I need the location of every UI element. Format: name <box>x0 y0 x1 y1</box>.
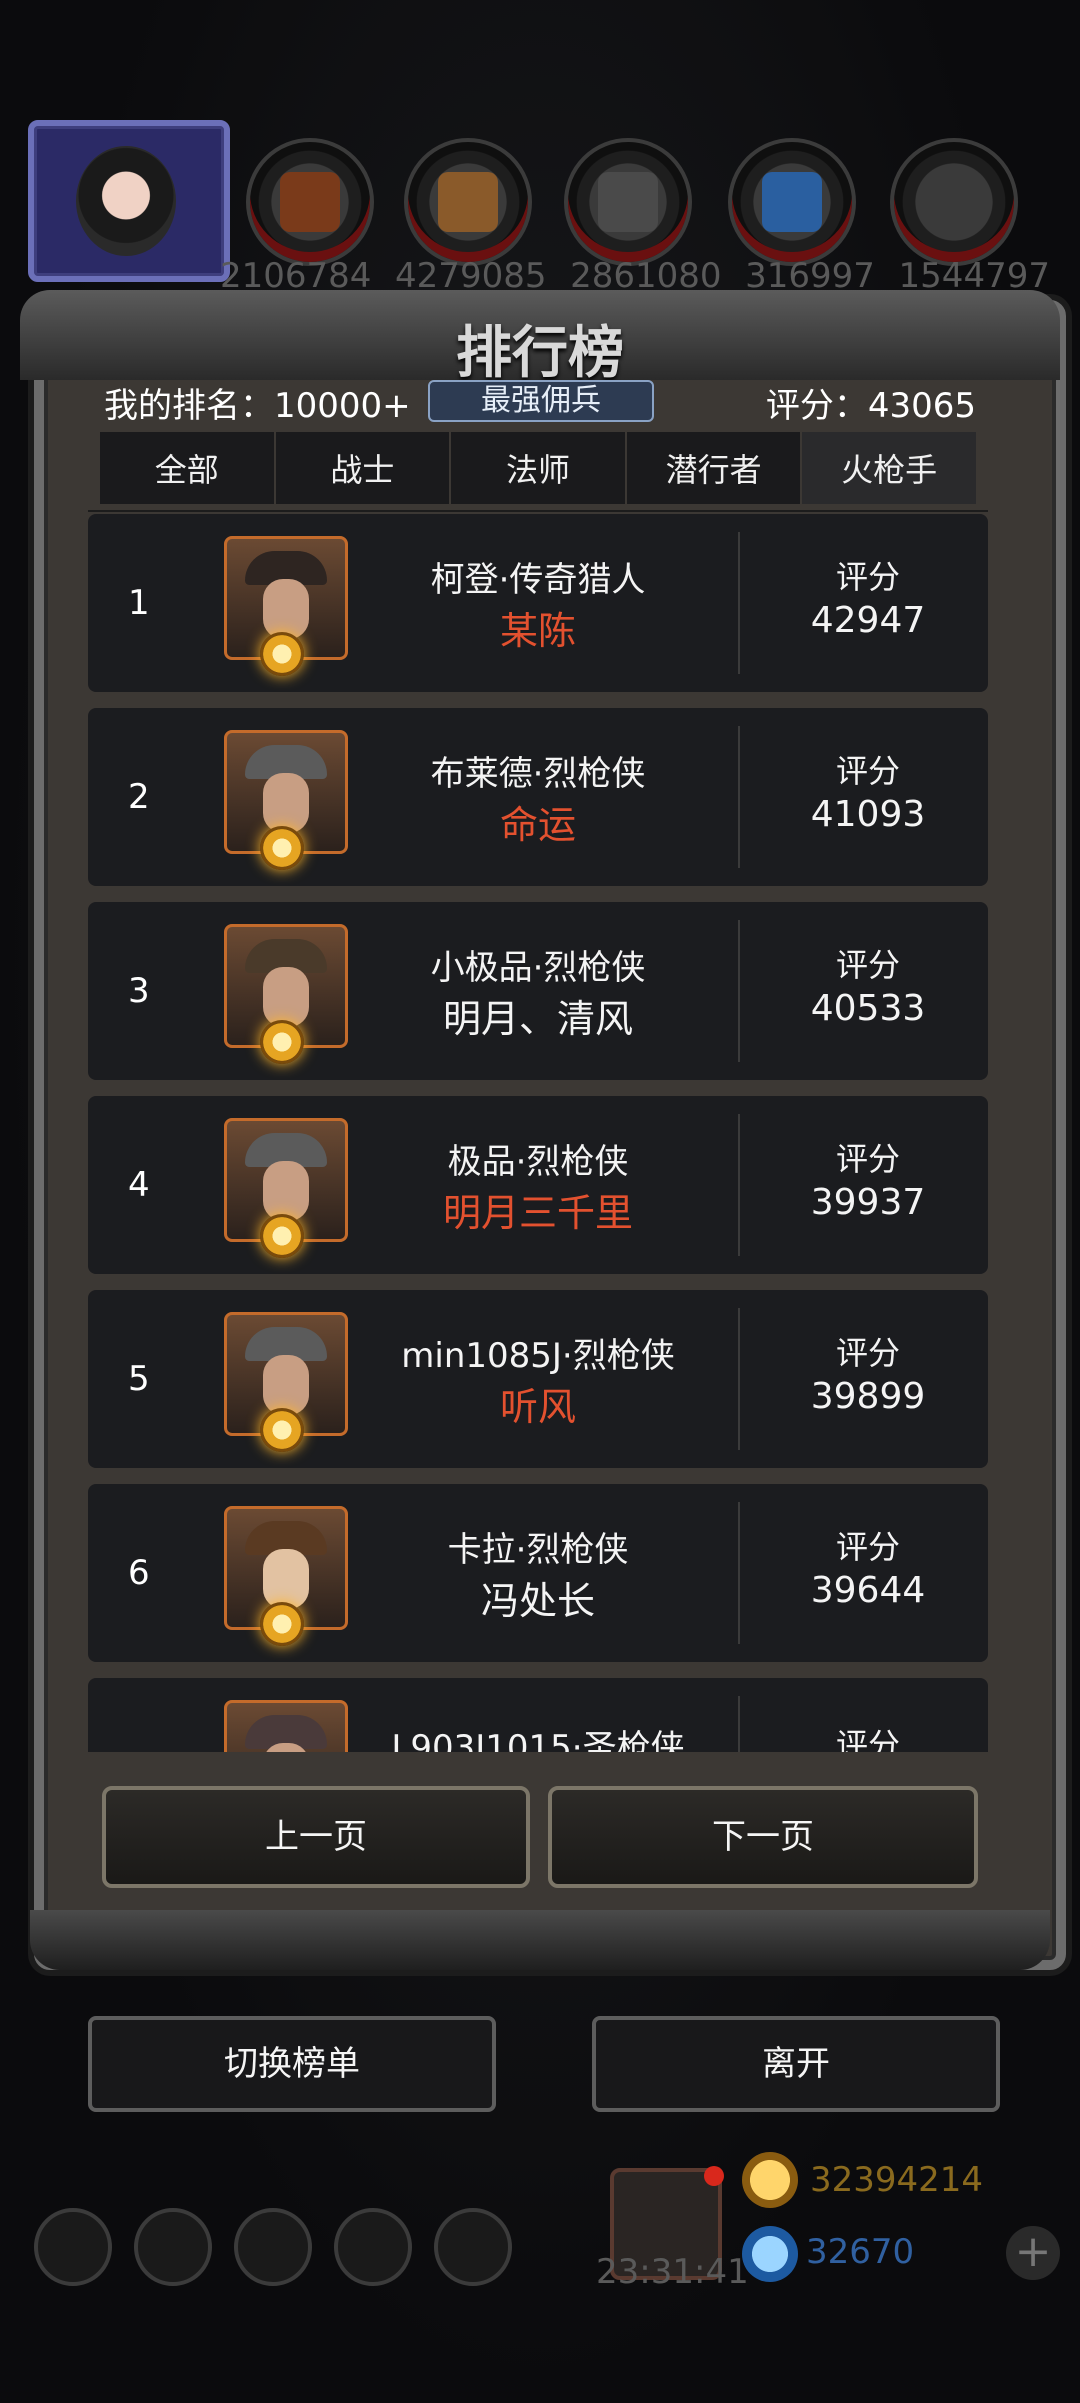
row-title: 柯登·传奇猎人 <box>430 560 646 600</box>
wood-icon[interactable] <box>404 138 532 266</box>
leave-button[interactable]: 离开 <box>592 2016 1000 2112</box>
my-rank: 我的排名：10000+ <box>104 386 411 426</box>
leaderboard-row[interactable]: 2 布莱德·烈枪侠 命运 评分 41093 <box>88 708 988 886</box>
gold-coin-icon <box>742 2152 798 2208</box>
panel-title: 排行榜 <box>456 321 624 386</box>
row-score-label: 评分 <box>835 946 900 984</box>
row-rank: 1 <box>128 583 150 623</box>
leaderboard-list[interactable]: 1 柯登·传奇猎人 某陈 评分 42947 2 布莱德·烈枪侠 命运 评分 41… <box>88 510 988 1752</box>
rank-badge-icon <box>260 1602 304 1646</box>
tab-gunner[interactable]: 火枪手 <box>802 432 976 504</box>
leaderboard-row[interactable]: 1 柯登·传奇猎人 某陈 评分 42947 <box>88 514 988 692</box>
row-score-label: 评分 <box>835 1726 900 1752</box>
gem-amount: 32670 <box>806 2232 915 2272</box>
row-title: 极品·烈枪侠 <box>447 1142 629 1182</box>
rank-badge-icon <box>260 826 304 870</box>
class-tabs: 全部 战士 法师 潜行者 火枪手 <box>100 432 976 504</box>
mode-chip[interactable]: 最强佣兵 <box>428 380 654 422</box>
row-title: min1085J·烈枪侠 <box>401 1336 675 1376</box>
row-title: 布莱德·烈枪侠 <box>430 754 646 794</box>
panel-ornament-bottom <box>30 1910 1050 1970</box>
add-currency-button[interactable]: + <box>1006 2226 1060 2280</box>
leaderboard-row[interactable]: 3 小极品·烈枪侠 明月、清风 评分 40533 <box>88 902 988 1080</box>
row-rank: 5 <box>128 1359 150 1399</box>
next-page-button[interactable]: 下一页 <box>548 1786 978 1888</box>
switch-leaderboard-button[interactable]: 切换榜单 <box>88 2016 496 2112</box>
leaderboard-row[interactable]: L903I1015·圣枪侠 评分 <box>88 1678 988 1752</box>
leaderboard-row[interactable]: 4 极品·烈枪侠 明月三千里 评分 39937 <box>88 1096 988 1274</box>
row-title: 小极品·烈枪侠 <box>430 948 646 988</box>
row-divider <box>738 726 740 868</box>
tab-warrior[interactable]: 战士 <box>275 432 450 504</box>
rank-badge-icon <box>260 1020 304 1064</box>
leaderboard-row[interactable]: 6 卡拉·烈枪侠 冯处长 评分 39644 <box>88 1484 988 1662</box>
rank-badge-icon <box>260 1408 304 1452</box>
row-rank: 2 <box>128 777 150 817</box>
row-player-name: 明月三千里 <box>442 1191 633 1235</box>
row-player-name: 某陈 <box>499 609 576 653</box>
map-icon[interactable] <box>434 2208 512 2286</box>
mail-icon[interactable] <box>334 2208 412 2286</box>
row-score-value: 39937 <box>810 1182 926 1223</box>
row-title: L903I1015·圣枪侠 <box>391 1728 685 1752</box>
stone-icon[interactable] <box>890 138 1018 266</box>
row-player-name: 命运 <box>499 803 576 847</box>
tab-all[interactable]: 全部 <box>100 432 274 504</box>
settings-icon[interactable] <box>34 2208 112 2286</box>
row-score-value: 41093 <box>810 794 926 835</box>
row-divider <box>738 1308 740 1450</box>
clock: 23:31:41 <box>596 2252 749 2292</box>
crystal-icon[interactable] <box>728 138 856 266</box>
tab-mage[interactable]: 法师 <box>451 432 625 504</box>
row-score-value: 40533 <box>810 988 926 1029</box>
row-divider <box>738 1502 740 1644</box>
row-score-label: 评分 <box>835 1334 900 1372</box>
my-score: 评分：43065 <box>765 386 976 426</box>
notification-dot <box>704 2166 724 2186</box>
row-divider <box>738 1696 740 1752</box>
gold-amount: 32394214 <box>810 2160 984 2200</box>
star-icon[interactable] <box>134 2208 212 2286</box>
row-score-label: 评分 <box>835 1140 900 1178</box>
row-score-value: 39899 <box>810 1376 926 1417</box>
row-score-label: 评分 <box>835 1528 900 1566</box>
gem-icon <box>742 2226 798 2282</box>
row-score-label: 评分 <box>835 558 900 596</box>
row-score-value: 42947 <box>810 600 926 641</box>
row-divider <box>738 532 740 674</box>
meat-icon[interactable] <box>246 138 374 266</box>
prev-page-button[interactable]: 上一页 <box>102 1786 530 1888</box>
row-player-name: 明月、清风 <box>442 997 633 1041</box>
tab-rogue[interactable]: 潜行者 <box>626 432 801 504</box>
rank-badge-icon <box>260 1214 304 1258</box>
row-title: 卡拉·烈枪侠 <box>447 1530 629 1570</box>
row-rank: 3 <box>128 971 150 1011</box>
row-score-value: 39644 <box>810 1570 926 1611</box>
row-player-name: 冯处长 <box>480 1579 595 1623</box>
player-avatar[interactable] <box>28 120 230 282</box>
row-divider <box>738 1114 740 1256</box>
leaderboard-row[interactable]: 5 min1085J·烈枪侠 听风 评分 39899 <box>88 1290 988 1468</box>
avatar-portrait <box>76 146 176 256</box>
row-rank: 4 <box>128 1165 150 1205</box>
rank-badge-icon <box>260 632 304 676</box>
row-divider <box>738 920 740 1062</box>
row-score-label: 评分 <box>835 752 900 790</box>
row-player-name: 听风 <box>499 1385 576 1429</box>
iron-icon[interactable] <box>564 138 692 266</box>
player-portrait <box>224 1700 348 1752</box>
row-rank: 6 <box>128 1553 150 1593</box>
guild-icon[interactable] <box>234 2208 312 2286</box>
